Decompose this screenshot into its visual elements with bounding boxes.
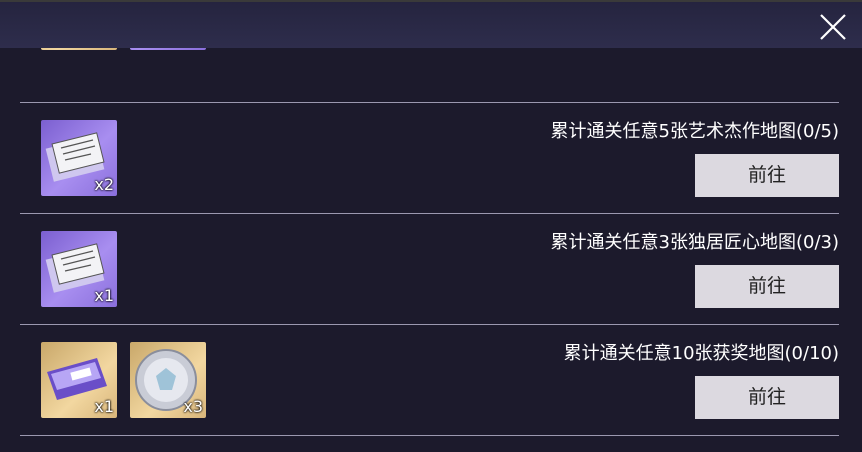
task-list[interactable]: x20 x200 前往 x2 累计通关任意5张艺术杰作地图(0/5) 前往 xyxy=(20,48,839,452)
task-title: 累计通关任意5张艺术杰作地图(0/5) xyxy=(550,121,839,142)
task-title: 累计通关任意3张独居匠心地图(0/3) xyxy=(550,232,839,253)
close-icon xyxy=(820,14,846,40)
reward-quantity: x3 xyxy=(183,397,203,416)
map-fragment-icon xyxy=(41,48,117,50)
task-row: x20 x200 前往 xyxy=(20,48,839,103)
task-row: x2 累计通关任意5张艺术杰作地图(0/5) 前往 xyxy=(20,103,839,214)
go-button[interactable]: 前往 xyxy=(695,265,839,308)
top-bar xyxy=(0,0,862,48)
reward-item[interactable]: x3 xyxy=(130,342,206,418)
task-row: x1 x3 累计通关任意10张获奖地图(0/10) 前往 xyxy=(20,325,839,436)
go-button[interactable]: 前往 xyxy=(695,154,839,197)
reward-item[interactable]: x200 xyxy=(130,48,206,50)
task-title: 累计通关任意10张获奖地图(0/10) xyxy=(563,343,839,364)
ticket-icon xyxy=(130,48,206,50)
reward-item[interactable]: x2 xyxy=(41,120,117,196)
task-row: x1 累计通关任意3张独居匠心地图(0/3) 前往 xyxy=(20,214,839,325)
reward-item[interactable]: x1 xyxy=(41,231,117,307)
reward-quantity: x2 xyxy=(94,175,114,194)
go-button[interactable]: 前往 xyxy=(695,376,839,419)
close-button[interactable] xyxy=(818,12,848,42)
reward-item[interactable]: x1 xyxy=(41,342,117,418)
reward-quantity: x1 xyxy=(94,397,114,416)
reward-quantity: x1 xyxy=(94,286,114,305)
reward-item[interactable]: x20 xyxy=(41,48,117,50)
